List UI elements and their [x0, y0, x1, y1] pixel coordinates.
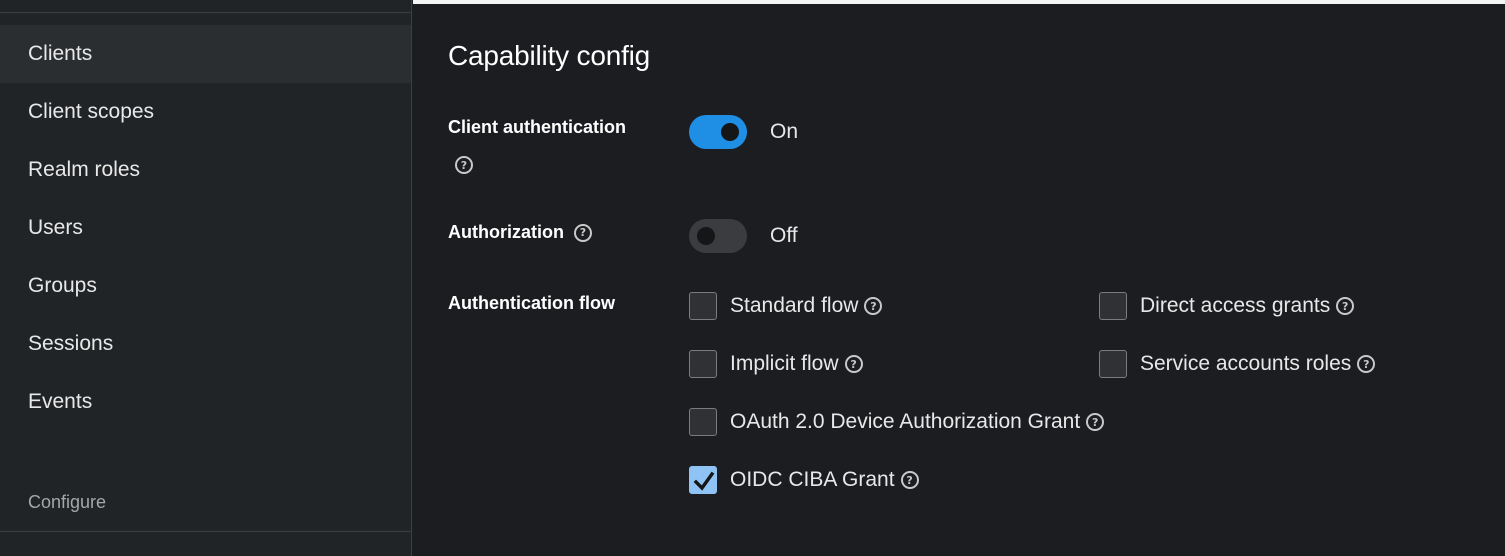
- sidebar: Clients Client scopes Realm roles Users …: [0, 0, 412, 556]
- authorization-state: Off: [770, 224, 798, 247]
- oidc-ciba-grant-option: OIDC CIBA Grant ?: [730, 468, 919, 492]
- standard-flow-help-icon[interactable]: ?: [864, 297, 883, 315]
- sidebar-divider-bottom: [0, 531, 412, 532]
- sidebar-item-label: Sessions: [28, 332, 114, 355]
- sidebar-item-clients[interactable]: Clients: [0, 25, 411, 83]
- authorization-label-row: Authorization ?: [448, 222, 592, 243]
- oauth-device-grant-checkbox[interactable]: [689, 408, 717, 436]
- sidebar-item-realm-roles[interactable]: Realm roles: [0, 141, 411, 199]
- implicit-flow-option: Implicit flow ?: [730, 352, 863, 376]
- sidebar-item-sessions[interactable]: Sessions: [0, 315, 411, 373]
- service-accounts-roles-help-icon[interactable]: ?: [1357, 355, 1376, 373]
- oidc-ciba-grant-label: OIDC CIBA Grant: [730, 468, 895, 491]
- toggle-knob: [697, 227, 715, 245]
- authorization-label: Authorization: [448, 222, 564, 242]
- authorization-toggle[interactable]: [689, 219, 747, 253]
- oauth-device-grant-label: OAuth 2.0 Device Authorization Grant: [730, 410, 1081, 433]
- toggle-knob: [721, 123, 739, 141]
- sidebar-item-groups[interactable]: Groups: [0, 257, 411, 315]
- sidebar-item-label: Groups: [28, 274, 97, 297]
- implicit-flow-checkbox[interactable]: [689, 350, 717, 378]
- client-authentication-toggle[interactable]: [689, 115, 747, 149]
- direct-access-grants-help-icon[interactable]: ?: [1336, 297, 1355, 315]
- sidebar-section-configure: Configure: [28, 492, 107, 512]
- client-authentication-help-icon[interactable]: ?: [455, 156, 473, 174]
- service-accounts-roles-checkbox[interactable]: [1099, 350, 1127, 378]
- sidebar-item-label: Events: [28, 390, 93, 413]
- sidebar-item-label: Clients: [28, 42, 93, 65]
- sidebar-item-events[interactable]: Events: [0, 373, 411, 431]
- sidebar-item-users[interactable]: Users: [0, 199, 411, 257]
- direct-access-grants-option: Direct access grants ?: [1140, 294, 1355, 318]
- direct-access-grants-checkbox[interactable]: [1099, 292, 1127, 320]
- authorization-help-icon[interactable]: ?: [573, 223, 592, 242]
- sidebar-item-label: Client scopes: [28, 100, 155, 123]
- implicit-flow-label: Implicit flow: [730, 352, 839, 375]
- standard-flow-option: Standard flow ?: [730, 294, 883, 318]
- service-accounts-roles-option: Service accounts roles ?: [1140, 352, 1376, 376]
- service-accounts-roles-label: Service accounts roles: [1140, 352, 1352, 375]
- sidebar-divider-top: [0, 12, 412, 13]
- standard-flow-checkbox[interactable]: [689, 292, 717, 320]
- direct-access-grants-label: Direct access grants: [1140, 294, 1331, 317]
- sidebar-item-label: Users: [28, 216, 83, 239]
- client-authentication-state: On: [770, 120, 799, 143]
- sidebar-item-client-scopes[interactable]: Client scopes: [0, 83, 411, 141]
- client-authentication-label: Client authentication: [448, 117, 627, 137]
- checkmark-icon: [693, 471, 715, 491]
- page-title: Capability config: [448, 40, 651, 71]
- sidebar-item-label: Realm roles: [28, 158, 141, 181]
- oidc-ciba-grant-help-icon[interactable]: ?: [900, 471, 919, 489]
- implicit-flow-help-icon[interactable]: ?: [844, 355, 863, 373]
- standard-flow-label: Standard flow: [730, 294, 859, 317]
- oauth-device-grant-option: OAuth 2.0 Device Authorization Grant ?: [730, 410, 1105, 434]
- oauth-device-grant-help-icon[interactable]: ?: [1086, 413, 1105, 431]
- authentication-flow-label: Authentication flow: [448, 293, 615, 313]
- oidc-ciba-grant-checkbox[interactable]: [689, 466, 717, 494]
- capability-config-panel: Capability config Client authentication …: [413, 4, 1505, 556]
